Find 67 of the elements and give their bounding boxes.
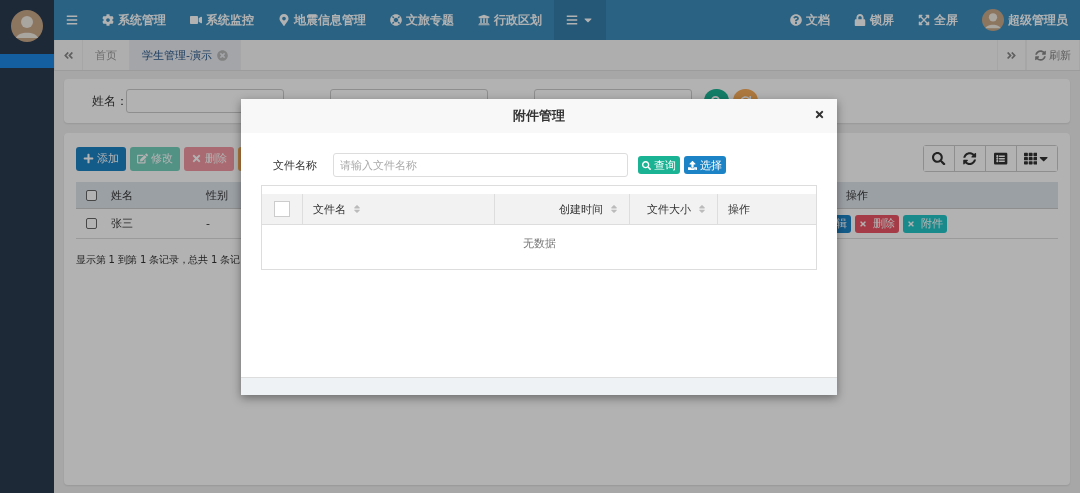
search-icon bbox=[642, 160, 651, 170]
search-icon bbox=[932, 151, 946, 166]
refresh-icon bbox=[1035, 49, 1046, 61]
close-button[interactable] bbox=[814, 109, 825, 120]
close-icon bbox=[814, 109, 825, 120]
input-field[interactable]: 请输入文件名称 bbox=[333, 153, 628, 177]
help-icon bbox=[790, 14, 802, 26]
row-action-button[interactable]: 附件 bbox=[903, 214, 947, 233]
modal-button[interactable]: 查询 bbox=[638, 156, 680, 174]
more-menu-button[interactable] bbox=[554, 0, 606, 40]
sort-icon[interactable] bbox=[609, 204, 619, 214]
nav-item[interactable]: 系统管理 bbox=[90, 0, 178, 40]
gear-icon bbox=[102, 14, 114, 26]
column-header: 姓名 bbox=[111, 187, 134, 203]
sort-icon[interactable] bbox=[352, 204, 362, 214]
lifebuoy-icon bbox=[390, 14, 402, 26]
upload-icon bbox=[688, 160, 697, 170]
column-header: 操作 bbox=[846, 187, 869, 203]
header-link[interactable]: 锁屏 bbox=[842, 0, 906, 40]
lock-icon bbox=[854, 14, 866, 26]
sort-icon[interactable] bbox=[697, 204, 707, 214]
modal-button[interactable]: 选择 bbox=[684, 156, 726, 174]
table-cell-text: - bbox=[206, 217, 211, 230]
avatar bbox=[11, 10, 43, 42]
avatar bbox=[982, 9, 1004, 31]
nav-item[interactable]: 地震信息管理 bbox=[266, 0, 378, 40]
close-icon[interactable] bbox=[217, 49, 228, 61]
nav-item[interactable]: 系统监控 bbox=[178, 0, 266, 40]
map-pin-icon bbox=[278, 14, 290, 26]
modal-title: 附件管理 bbox=[513, 107, 565, 125]
nav-item[interactable]: 行政区划 bbox=[466, 0, 554, 40]
search-button[interactable] bbox=[924, 146, 955, 171]
plus-icon bbox=[83, 153, 94, 164]
refresh-button[interactable]: 刷新 bbox=[1026, 40, 1080, 70]
row-action-button[interactable]: 删除 bbox=[855, 214, 899, 233]
grid-icon bbox=[1023, 151, 1037, 166]
list-icon bbox=[566, 14, 578, 26]
refresh-icon bbox=[963, 151, 977, 166]
header-link[interactable]: 文档 bbox=[778, 0, 842, 40]
checkbox[interactable] bbox=[86, 189, 97, 201]
header-link[interactable]: 全屏 bbox=[906, 0, 970, 40]
menu-icon bbox=[66, 14, 78, 26]
video-camera-icon bbox=[190, 14, 202, 26]
double-left-icon bbox=[63, 49, 74, 61]
expand-icon bbox=[918, 14, 930, 26]
column-header: 文件名 bbox=[313, 201, 346, 217]
list-icon bbox=[994, 151, 1008, 166]
scroll-left-button[interactable] bbox=[54, 40, 83, 70]
scroll-right-button[interactable] bbox=[997, 40, 1026, 70]
column-header: 性别 bbox=[206, 187, 229, 203]
close-icon bbox=[859, 219, 867, 228]
pagination-info: 显示第 1 到第 1 条记录，总共 1 条记 bbox=[76, 253, 241, 267]
column-header: 操作 bbox=[728, 201, 750, 217]
column-header: 创建时间 bbox=[559, 201, 603, 217]
empty-message: 无数据 bbox=[522, 235, 556, 251]
bank-icon bbox=[478, 14, 490, 26]
field-label: 文件名称 bbox=[273, 157, 317, 173]
double-right-icon bbox=[1006, 49, 1017, 61]
checkbox[interactable] bbox=[86, 218, 97, 229]
nav-item[interactable]: 文旅专题 bbox=[378, 0, 466, 40]
tab[interactable]: 学生管理-演示 bbox=[130, 40, 241, 70]
column-header: 文件大小 bbox=[647, 201, 691, 217]
user-menu[interactable]: 超级管理员 bbox=[970, 0, 1080, 40]
field-label: 姓名： bbox=[92, 92, 126, 110]
table-cell-text: 张三 bbox=[111, 216, 134, 231]
close-icon bbox=[907, 219, 915, 228]
toolbar-button[interactable]: 添加 bbox=[76, 146, 126, 171]
